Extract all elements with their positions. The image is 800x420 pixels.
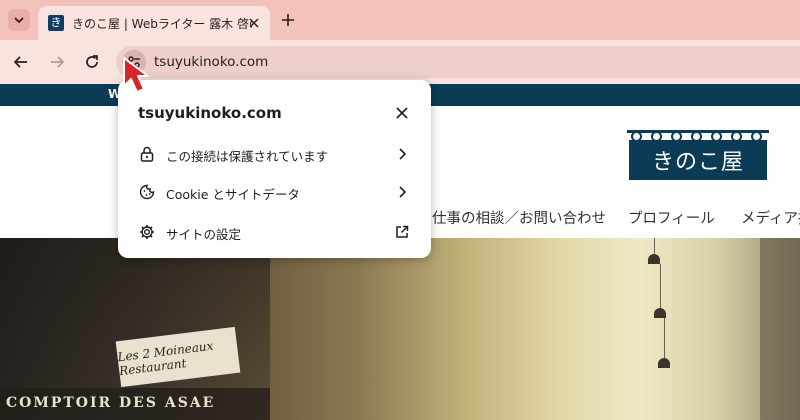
reload-icon bbox=[86, 55, 98, 68]
lamp-cord bbox=[664, 318, 665, 358]
cookies-row[interactable]: Cookie とサイトデータ bbox=[118, 174, 431, 210]
popup-title: tsuyukinoko.com bbox=[138, 104, 282, 122]
nav-item-media[interactable]: メディア掲 bbox=[741, 207, 800, 228]
street-lamp bbox=[658, 358, 670, 368]
arrow-left-icon bbox=[13, 56, 27, 68]
logo-noren: きのこ屋 bbox=[629, 140, 767, 180]
close-icon bbox=[249, 18, 259, 28]
cookie-icon bbox=[138, 183, 156, 201]
tab-title: きのこ屋 | Webライター 露木 啓のホ bbox=[72, 16, 252, 31]
url-text: tsuyukinoko.com bbox=[154, 54, 269, 70]
connection-secure-row[interactable]: この接続は保護されています bbox=[118, 136, 431, 172]
new-tab-button[interactable] bbox=[277, 9, 299, 31]
address-bar[interactable]: tsuyukinoko.com bbox=[116, 46, 800, 78]
active-tab[interactable]: き きのこ屋 | Webライター 露木 啓のホ bbox=[38, 6, 270, 40]
shop-awning-text: COMPTOIR DES ASAE bbox=[6, 395, 216, 411]
mouse-cursor-icon bbox=[123, 57, 149, 93]
gear-icon bbox=[138, 223, 156, 241]
forward-button[interactable] bbox=[45, 50, 69, 74]
nav-item-contact[interactable]: 仕事の相談／お問い合わせ bbox=[432, 207, 606, 228]
nav-item-profile[interactable]: プロフィール bbox=[628, 207, 715, 228]
lamp-cord bbox=[660, 264, 661, 308]
connection-secure-label: この接続は保護されています bbox=[166, 149, 329, 164]
arrow-right-icon bbox=[51, 56, 65, 68]
logo-text: きのこ屋 bbox=[651, 150, 744, 175]
close-icon bbox=[396, 107, 408, 119]
back-button[interactable] bbox=[9, 50, 33, 74]
site-settings-label: サイトの設定 bbox=[166, 227, 242, 242]
street-lamp bbox=[648, 254, 660, 264]
street-lamp bbox=[654, 308, 666, 318]
hero-building-right bbox=[760, 238, 800, 420]
plus-icon bbox=[282, 14, 294, 26]
site-logo[interactable]: きのこ屋 bbox=[627, 130, 769, 180]
open-external-icon bbox=[393, 223, 411, 241]
restaurant-sign-text: Les 2 Moineaux Restaurant bbox=[116, 338, 215, 379]
cookies-label: Cookie とサイトデータ bbox=[166, 187, 300, 202]
site-settings-row[interactable]: サイトの設定 bbox=[118, 214, 431, 250]
site-favicon-icon: き bbox=[48, 15, 64, 31]
tab-strip: き きのこ屋 | Webライター 露木 啓のホ bbox=[0, 0, 800, 40]
chevron-down-icon bbox=[14, 17, 24, 24]
hero-image: Les 2 Moineaux Restaurant COMPTOIR DES A… bbox=[0, 238, 800, 420]
shop-awning: COMPTOIR DES ASAE bbox=[0, 388, 270, 420]
reload-button[interactable] bbox=[80, 50, 104, 74]
chevron-right-icon bbox=[393, 183, 411, 201]
lock-icon bbox=[138, 145, 156, 163]
popup-close-button[interactable] bbox=[393, 104, 411, 122]
chevron-right-icon bbox=[393, 145, 411, 163]
tab-search-button[interactable] bbox=[8, 9, 30, 31]
site-info-popup: tsuyukinoko.com この接続は保護されています Cookie とサイ… bbox=[118, 80, 431, 258]
lamp-cord bbox=[654, 238, 655, 254]
tab-close-button[interactable] bbox=[246, 15, 262, 31]
